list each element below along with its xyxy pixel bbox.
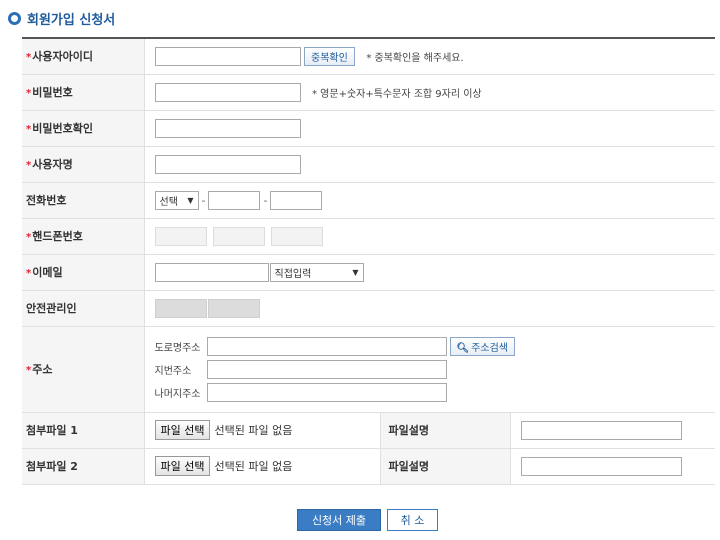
row-safety-manager: 안전관리인 (22, 290, 715, 327)
row-user-id: *사용자아이디 중복확인 * 중복확인을 해주세요. (22, 38, 715, 75)
file-select-button-1[interactable]: 파일 선택 (154, 420, 211, 440)
file-select-button-2[interactable]: 파일 선택 (154, 456, 211, 476)
duplicate-check-button[interactable]: 중복확인 (304, 46, 355, 66)
row-address: *주소 도로명주소 🔍︎ 주소검색 지번주소 나머지주소 (22, 326, 716, 413)
mobile-prefix-input[interactable] (154, 226, 207, 246)
phone-last-input[interactable] (270, 190, 323, 210)
label-file-desc-1: 파일설명 (379, 412, 511, 449)
road-address-line: 도로명주소 🔍︎ 주소검색 (155, 335, 716, 358)
rest-address-label: 나머지주소 (154, 388, 201, 400)
mobile-middle-input[interactable] (212, 226, 265, 246)
label-phone: 전화번호 (22, 182, 145, 219)
label-file-desc-2: 파일설명 (379, 448, 511, 485)
row-email: *이메일 직접입력 ▼ (22, 254, 715, 291)
lot-address-label: 지번주소 (154, 365, 192, 377)
label-user-id: *사용자아이디 (22, 38, 145, 75)
row-phone: 전화번호 선택 ▼ - - (22, 182, 715, 219)
magnifier-icon: 🔍︎ (456, 342, 470, 354)
road-address-label: 도로명주소 (154, 342, 201, 354)
phone-prefix-select[interactable]: 선택 ▼ (154, 190, 199, 210)
password-confirm-input[interactable] (154, 118, 301, 138)
user-name-input[interactable] (154, 154, 301, 174)
page-title: 회원가입 신청서 (27, 12, 116, 28)
file-desc-input-2[interactable] (520, 456, 682, 476)
file-status-2: 선택된 파일 없음 (214, 460, 293, 473)
safety-manager-field-2[interactable] (207, 298, 260, 318)
label-email: *이메일 (22, 254, 145, 291)
mobile-last-input[interactable] (270, 226, 323, 246)
user-id-note: * 중복확인을 해주세요. (366, 52, 464, 64)
rest-address-input[interactable] (206, 382, 447, 402)
circle-bullet-icon (8, 11, 21, 25)
row-password: *비밀번호 * 영문+숫자+특수문자 조합 9자리 이상 (22, 74, 715, 111)
page-header: 회원가입 신청서 (8, 8, 115, 28)
file-desc-input-1[interactable] (520, 420, 682, 440)
cancel-button[interactable]: 취 소 (387, 509, 438, 531)
safety-manager-field-1[interactable] (154, 298, 207, 318)
label-safety-manager: 안전관리인 (22, 290, 145, 327)
label-address: *주소 (22, 326, 145, 413)
lot-address-line: 지번주소 (155, 358, 716, 381)
email-id-input[interactable] (154, 262, 269, 282)
submit-application-button[interactable]: 신청서 제출 (297, 509, 381, 531)
row-user-name: *사용자명 (22, 146, 715, 183)
road-address-input[interactable] (206, 336, 447, 356)
email-domain-select[interactable]: 직접입력 ▼ (269, 262, 364, 282)
password-input[interactable] (154, 82, 301, 102)
label-attach-2: 첨부파일 2 (22, 448, 145, 485)
user-id-input[interactable] (154, 46, 301, 66)
label-password-confirm: *비밀번호확인 (22, 110, 145, 147)
phone-middle-input[interactable] (208, 190, 261, 210)
dropdown-arrow-icon: ▼ (352, 267, 359, 277)
password-note: * 영문+숫자+특수문자 조합 9자리 이상 (312, 88, 482, 100)
label-user-name: *사용자명 (22, 146, 145, 183)
row-password-confirm: *비밀번호확인 (22, 110, 715, 147)
dropdown-arrow-icon: ▼ (187, 195, 194, 205)
row-attach-2: 첨부파일 2 파일 선택 선택된 파일 없음 파일설명 (22, 448, 715, 485)
address-search-button[interactable]: 🔍︎ 주소검색 (449, 336, 516, 356)
row-attach-1: 첨부파일 1 파일 선택 선택된 파일 없음 파일설명 (22, 412, 715, 449)
lot-address-input[interactable] (206, 359, 447, 379)
file-status-1: 선택된 파일 없음 (214, 424, 293, 437)
signup-form-table: *사용자아이디 중복확인 * 중복확인을 해주세요. *비밀번호 * 영문+숫자… (22, 37, 715, 485)
rest-address-line: 나머지주소 (155, 381, 716, 404)
row-mobile: *핸드폰번호 (22, 218, 715, 255)
label-password: *비밀번호 (22, 74, 145, 111)
label-attach-1: 첨부파일 1 (22, 412, 145, 449)
label-mobile: *핸드폰번호 (22, 218, 145, 255)
